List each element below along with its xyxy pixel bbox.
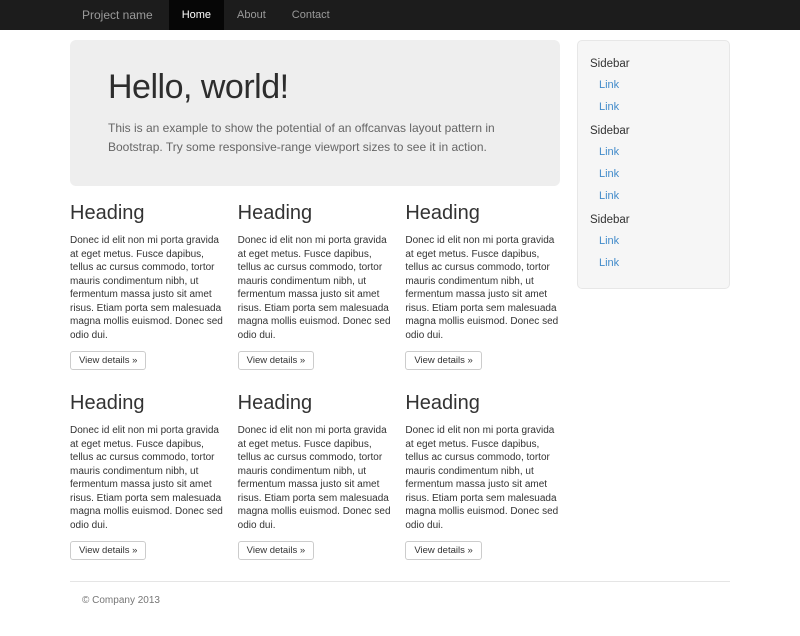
sidebar-link[interactable]: Link	[578, 252, 729, 274]
nav-item: About	[224, 0, 279, 30]
nav-item-home[interactable]: Home	[169, 0, 224, 30]
main-content: Hello, world! This is an example to show…	[70, 40, 560, 560]
sidebar-link[interactable]: Link	[578, 141, 729, 163]
card-heading: Heading	[238, 392, 393, 415]
navbar-container: Project name Home About Contact	[70, 0, 730, 30]
navbar: Project name Home About Contact	[0, 0, 800, 30]
card-body: Donec id elit non mi porta gravida at eg…	[70, 234, 225, 342]
copyright-text: © Company 2013	[70, 582, 730, 636]
card-heading: Heading	[70, 392, 225, 415]
footer: © Company 2013	[70, 581, 730, 636]
nav-item: Contact	[279, 0, 343, 30]
view-details-button[interactable]: View details »	[70, 351, 146, 370]
view-details-button[interactable]: View details »	[405, 351, 481, 370]
navbar-menu: Home About Contact	[169, 0, 343, 30]
sidebar-group: Sidebar Link Link	[578, 209, 729, 274]
nav-item-contact[interactable]: Contact	[279, 0, 343, 30]
content-card: Heading Donec id elit non mi porta gravi…	[70, 202, 225, 370]
card-body: Donec id elit non mi porta gravida at eg…	[238, 234, 393, 342]
content-card: Heading Donec id elit non mi porta gravi…	[405, 392, 560, 560]
card-body: Donec id elit non mi porta gravida at eg…	[70, 424, 225, 532]
sidebar-heading: Sidebar	[578, 53, 729, 74]
jumbotron: Hello, world! This is an example to show…	[70, 40, 560, 186]
view-details-button[interactable]: View details »	[238, 541, 314, 560]
card-heading: Heading	[70, 202, 225, 225]
content-card: Heading Donec id elit non mi porta gravi…	[70, 392, 225, 560]
sidebar-link[interactable]: Link	[578, 74, 729, 96]
card-body: Donec id elit non mi porta gravida at eg…	[405, 234, 560, 342]
view-details-button[interactable]: View details »	[70, 541, 146, 560]
sidebar-link[interactable]: Link	[578, 96, 729, 118]
sidebar-group: Sidebar Link Link Link	[578, 120, 729, 207]
sidebar-heading: Sidebar	[578, 120, 729, 141]
content-card: Heading Donec id elit non mi porta gravi…	[238, 202, 393, 370]
sidebar-link[interactable]: Link	[578, 230, 729, 252]
jumbotron-description: This is an example to show the potential…	[108, 119, 522, 156]
sidebar-column: Sidebar Link Link Sidebar Link Link Link…	[577, 40, 730, 289]
page-container: Hello, world! This is an example to show…	[70, 40, 730, 636]
view-details-button[interactable]: View details »	[405, 541, 481, 560]
card-heading: Heading	[405, 392, 560, 415]
cards-row-1: Heading Donec id elit non mi porta gravi…	[70, 202, 560, 370]
card-heading: Heading	[238, 202, 393, 225]
card-body: Donec id elit non mi porta gravida at eg…	[405, 424, 560, 532]
content-card: Heading Donec id elit non mi porta gravi…	[238, 392, 393, 560]
sidebar-link[interactable]: Link	[578, 163, 729, 185]
nav-item: Home	[169, 0, 224, 30]
sidebar-link[interactable]: Link	[578, 185, 729, 207]
sidebar: Sidebar Link Link Sidebar Link Link Link…	[577, 40, 730, 289]
card-heading: Heading	[405, 202, 560, 225]
sidebar-heading: Sidebar	[578, 209, 729, 230]
content-card: Heading Donec id elit non mi porta gravi…	[405, 202, 560, 370]
navbar-brand[interactable]: Project name	[70, 0, 169, 30]
page-title: Hello, world!	[108, 68, 522, 107]
card-body: Donec id elit non mi porta gravida at eg…	[238, 424, 393, 532]
sidebar-group: Sidebar Link Link	[578, 53, 729, 118]
view-details-button[interactable]: View details »	[238, 351, 314, 370]
nav-item-about[interactable]: About	[224, 0, 279, 30]
cards-row-2: Heading Donec id elit non mi porta gravi…	[70, 392, 560, 560]
